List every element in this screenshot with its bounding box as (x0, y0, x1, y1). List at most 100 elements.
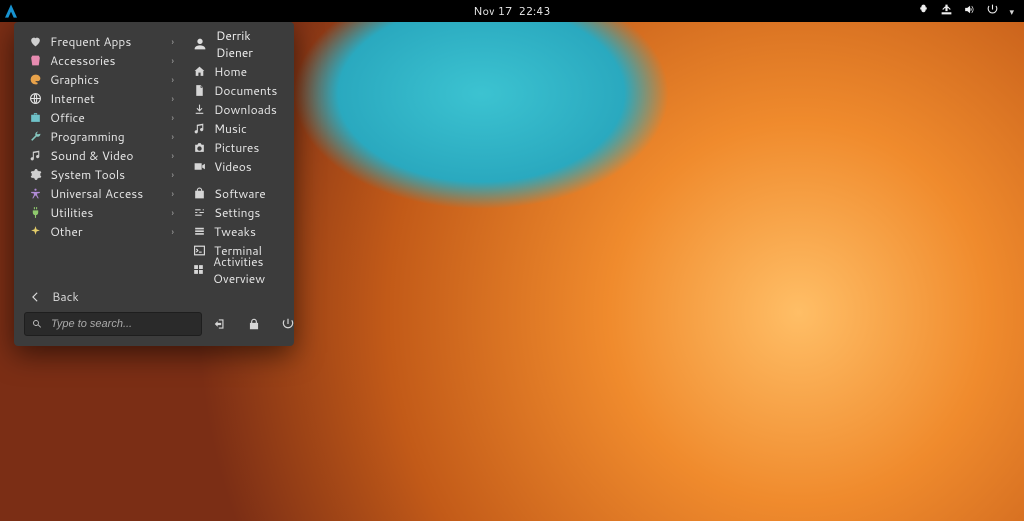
bag-icon (192, 187, 206, 200)
place-item-videos[interactable]: Videos (188, 157, 284, 176)
cat-item-utilities[interactable]: Utilities › (24, 203, 176, 222)
cat-item-other[interactable]: Other› (24, 222, 176, 241)
tray-indicator-icon[interactable] (917, 3, 930, 20)
place-item-home[interactable]: Home (188, 62, 284, 81)
activities-icon (192, 263, 205, 276)
back-arrow-icon (28, 290, 42, 304)
globe-icon (28, 92, 42, 105)
item-label: Videos (214, 158, 252, 175)
search-input[interactable] (49, 317, 195, 331)
tweaks-icon (192, 225, 206, 238)
plug-icon (28, 206, 42, 219)
volume-icon[interactable] (963, 3, 976, 20)
categories-column: Frequent Apps›Accessories›Graphics›Inter… (14, 32, 182, 281)
chevron-right-icon: › (172, 35, 174, 48)
swiss-icon (28, 54, 42, 67)
item-label: Pictures (214, 139, 259, 156)
palette-icon (28, 73, 42, 86)
cat-item-system-tools[interactable]: System Tools › (24, 165, 176, 184)
place-item-pictures[interactable]: Pictures (188, 138, 284, 157)
item-label: Programming (50, 128, 125, 145)
cat-item-graphics[interactable]: Graphics › (24, 70, 176, 89)
item-label: Sound & Video (50, 147, 133, 164)
menu-footer: Back (14, 281, 294, 346)
user-name: Derrik Diener (216, 27, 280, 61)
cat-item-programming[interactable]: Programming › (24, 127, 176, 146)
accessibility-icon (28, 187, 42, 200)
clock[interactable]: Nov 17 22:43 (473, 3, 550, 19)
logout-icon (213, 317, 227, 331)
home-icon (192, 65, 206, 78)
wrench-icon (28, 130, 42, 143)
download-icon (192, 103, 206, 116)
item-label: Downloads (214, 101, 277, 118)
heart-icon (28, 35, 42, 48)
search-icon (31, 318, 43, 330)
places-column: Derrik Diener Home Documents DownloadsMusi… (182, 32, 294, 281)
item-label: Home (214, 63, 247, 80)
item-label: System Tools (50, 166, 125, 183)
chevron-right-icon: › (172, 225, 174, 238)
chevron-right-icon: › (172, 149, 174, 162)
item-label: Office (50, 109, 85, 126)
chevron-right-icon: › (172, 168, 174, 181)
activities-corner-button[interactable] (0, 0, 22, 22)
chevron-right-icon: › (172, 206, 174, 219)
camera-icon (192, 141, 206, 154)
item-label: Graphics (50, 71, 99, 88)
music-icon (28, 149, 42, 162)
application-menu: Frequent Apps›Accessories›Graphics›Inter… (14, 22, 294, 346)
search-field[interactable] (24, 312, 202, 336)
chevron-right-icon: › (172, 54, 174, 67)
item-label: Internet (50, 90, 95, 107)
item-label: Accessories (50, 52, 115, 69)
chevron-right-icon: › (172, 92, 174, 105)
video-icon (192, 160, 206, 173)
item-label: Tweaks (214, 223, 256, 240)
cat-item-office[interactable]: Office › (24, 108, 176, 127)
cat-item-universal-access[interactable]: Universal Access › (24, 184, 176, 203)
cat-item-frequent-apps[interactable]: Frequent Apps › (24, 32, 176, 51)
lock-icon (247, 317, 261, 331)
logout-button[interactable] (212, 316, 228, 332)
sys-item-tweaks[interactable]: Tweaks (188, 222, 284, 241)
music-icon (192, 122, 206, 135)
sys-item-activities-overview[interactable]: Activities Overview (188, 260, 284, 279)
briefcase-icon (28, 111, 42, 124)
item-label: Utilities (50, 204, 93, 221)
user-row[interactable]: Derrik Diener (188, 32, 284, 56)
power-off-icon (281, 317, 295, 331)
doc-icon (192, 84, 206, 97)
power-icon[interactable] (986, 3, 999, 20)
place-item-music[interactable]: Music (188, 119, 284, 138)
item-label: Universal Access (50, 185, 143, 202)
arch-logo-icon (3, 3, 19, 19)
tray-caret-icon[interactable]: ▾ (1009, 5, 1014, 18)
lock-button[interactable] (246, 316, 262, 332)
gear-icon (28, 168, 42, 181)
item-label: Settings (214, 204, 260, 221)
item-label: Frequent Apps (50, 33, 131, 50)
network-icon[interactable] (940, 3, 953, 20)
chevron-right-icon: › (172, 111, 174, 124)
sliders-icon (192, 206, 206, 219)
item-label: Documents (214, 82, 277, 99)
power-button[interactable] (280, 316, 296, 332)
system-tray: ▾ (917, 3, 1024, 20)
back-label: Back (52, 288, 79, 305)
chevron-right-icon: › (172, 187, 174, 200)
back-button[interactable]: Back (24, 287, 284, 306)
chevron-right-icon: › (172, 73, 174, 86)
terminal-icon (192, 244, 206, 257)
place-item-downloads[interactable]: Downloads (188, 100, 284, 119)
chevron-right-icon: › (172, 130, 174, 143)
cat-item-internet[interactable]: Internet › (24, 89, 176, 108)
top-bar: Nov 17 22:43 ▾ (0, 0, 1024, 22)
user-avatar-icon (192, 36, 208, 52)
cat-item-sound-video[interactable]: Sound & Video › (24, 146, 176, 165)
sys-item-settings[interactable]: Settings (188, 203, 284, 222)
item-label: Software (214, 185, 266, 202)
sys-item-software[interactable]: Software (188, 184, 284, 203)
place-item-documents[interactable]: Documents (188, 81, 284, 100)
cat-item-accessories[interactable]: Accessories › (24, 51, 176, 70)
